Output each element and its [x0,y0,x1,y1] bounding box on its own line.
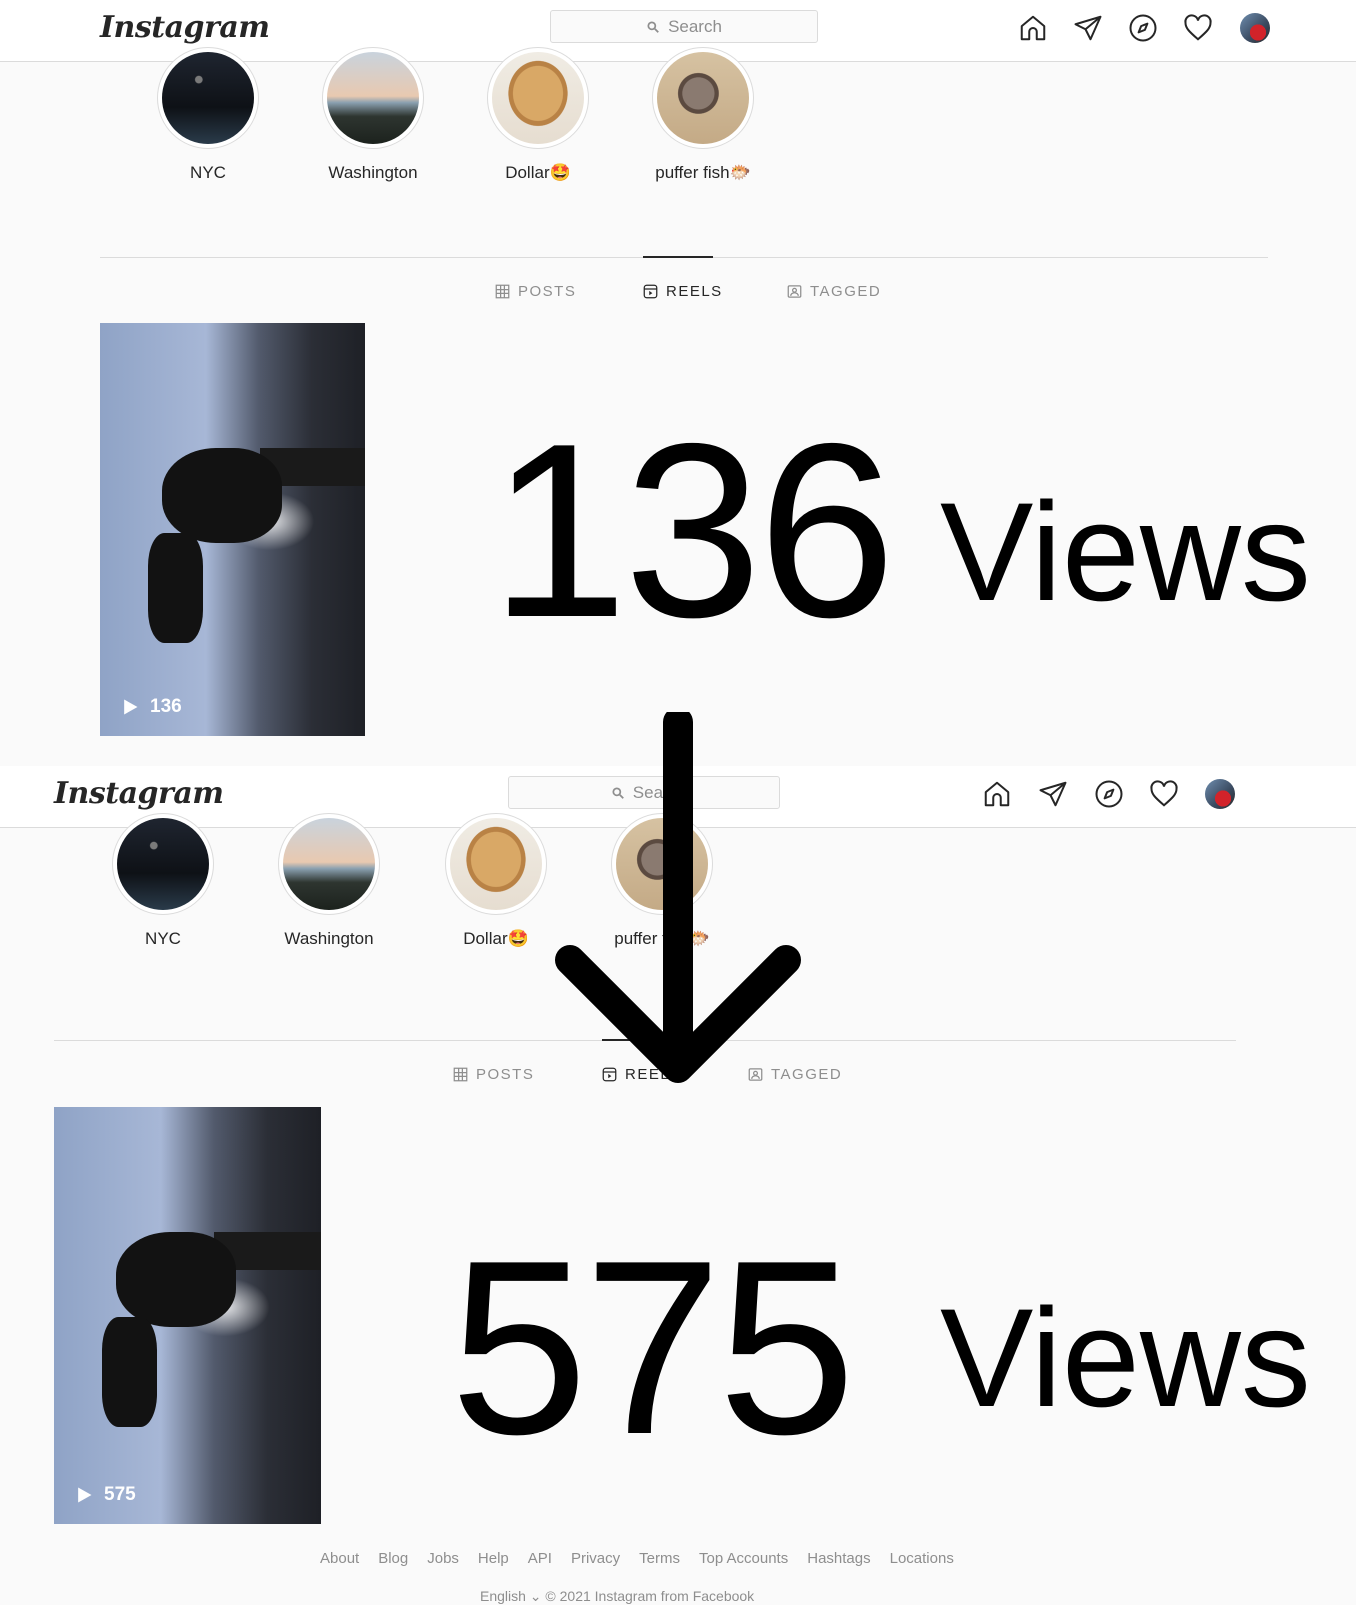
footer-link-about[interactable]: About [320,1550,359,1567]
before-views-word: Views [940,473,1311,630]
footer-link-blog[interactable]: Blog [378,1550,408,1567]
highlight-cover-image [450,818,542,910]
tab-label: POSTS [518,283,577,300]
home-icon[interactable] [1018,13,1048,43]
footer-copyright: English ⌄ © 2021 Instagram from Facebook [480,1588,755,1604]
play-count-value: 575 [104,1484,136,1505]
footer-link-locations[interactable]: Locations [890,1550,954,1567]
highlight-nyc[interactable]: NYC [153,47,263,183]
play-count-value: 136 [150,696,182,717]
footer-link-hashtags[interactable]: Hashtags [807,1550,870,1567]
home-icon[interactable] [982,779,1012,809]
direct-message-icon[interactable] [1073,13,1103,43]
footer-link-jobs[interactable]: Jobs [427,1550,459,1567]
highlight-label: Dollar🤩 [463,929,529,948]
down-arrow-icon [555,712,801,1083]
footer-links: About Blog Jobs Help API Privacy Terms T… [320,1550,954,1567]
before-view-count: 136 [490,391,896,669]
highlight-nyc[interactable]: NYC [108,813,218,949]
tab-label: TAGGED [810,283,882,300]
highlight-cover-image [283,818,375,910]
reel-thumbnail[interactable]: 575 [54,1107,321,1524]
highlight-puffer-fish[interactable]: puffer fish🐡 [648,47,758,183]
tab-tagged[interactable]: TAGGED [787,283,881,300]
tab-label: POSTS [476,1066,535,1083]
highlight-washington[interactable]: Washington [318,47,428,183]
tab-label: REELS [666,283,723,300]
highlight-label: NYC [190,163,226,182]
person-legs [148,533,203,643]
tab-posts[interactable]: POSTS [453,1066,534,1083]
highlight-dollar[interactable]: Dollar🤩 [441,813,551,949]
after-views-word: Views [940,1279,1311,1436]
profile-avatar[interactable] [1205,779,1235,809]
highlight-ring [652,47,754,149]
highlight-label: Dollar🤩 [505,163,571,182]
grid-icon [453,1067,468,1082]
highlight-ring [157,47,259,149]
profile-avatar[interactable] [1240,13,1270,43]
highlight-ring [322,47,424,149]
footer-link-api[interactable]: API [528,1550,552,1567]
active-tab-indicator [643,256,713,258]
reel-play-count: 575 [74,1484,136,1506]
highlight-washington[interactable]: Washington [274,813,384,949]
play-icon [124,699,138,715]
highlight-label: Washington [284,929,374,948]
footer-link-privacy[interactable]: Privacy [571,1550,620,1567]
highlight-ring [487,47,589,149]
grid-icon [495,284,510,299]
explore-compass-icon[interactable] [1094,779,1124,809]
play-icon [78,1487,92,1503]
highlight-label: puffer fish🐡 [655,163,751,182]
highlight-ring [112,813,214,915]
highlight-label: NYC [145,929,181,948]
highlight-cover-image [327,52,419,144]
reels-icon [643,284,658,299]
highlight-cover-image [657,52,749,144]
highlight-dollar[interactable]: Dollar🤩 [483,47,593,183]
after-view-count: 575 [450,1208,856,1486]
direct-message-icon[interactable] [1038,779,1068,809]
footer-link-help[interactable]: Help [478,1550,509,1567]
tab-reels[interactable]: REELS [643,283,723,300]
instagram-logo[interactable]: Instagram [100,10,270,45]
person-silhouette [116,1232,236,1327]
reel-thumbnail[interactable]: 136 [100,323,365,736]
footer-link-terms[interactable]: Terms [639,1550,680,1567]
search-input[interactable]: Search [550,10,818,43]
person-silhouette [162,448,282,543]
person-legs [102,1317,157,1427]
before-screenshot: Instagram Search NYC Washington Dollar🤩 … [0,0,1356,766]
highlight-label: Washington [328,163,418,182]
highlight-ring [278,813,380,915]
tab-posts[interactable]: POSTS [495,283,576,300]
search-placeholder: Search [668,16,722,36]
heart-activity-icon[interactable] [1183,13,1213,43]
instagram-logo[interactable]: Instagram [54,776,224,811]
highlight-ring [445,813,547,915]
footer-link-top-accounts[interactable]: Top Accounts [699,1550,788,1567]
highlight-cover-image [162,52,254,144]
explore-compass-icon[interactable] [1128,13,1158,43]
search-icon [647,20,659,33]
tagged-person-icon [787,285,802,298]
heart-activity-icon[interactable] [1149,779,1179,809]
highlight-cover-image [117,818,209,910]
highlight-cover-image [492,52,584,144]
reel-play-count: 136 [120,696,182,718]
